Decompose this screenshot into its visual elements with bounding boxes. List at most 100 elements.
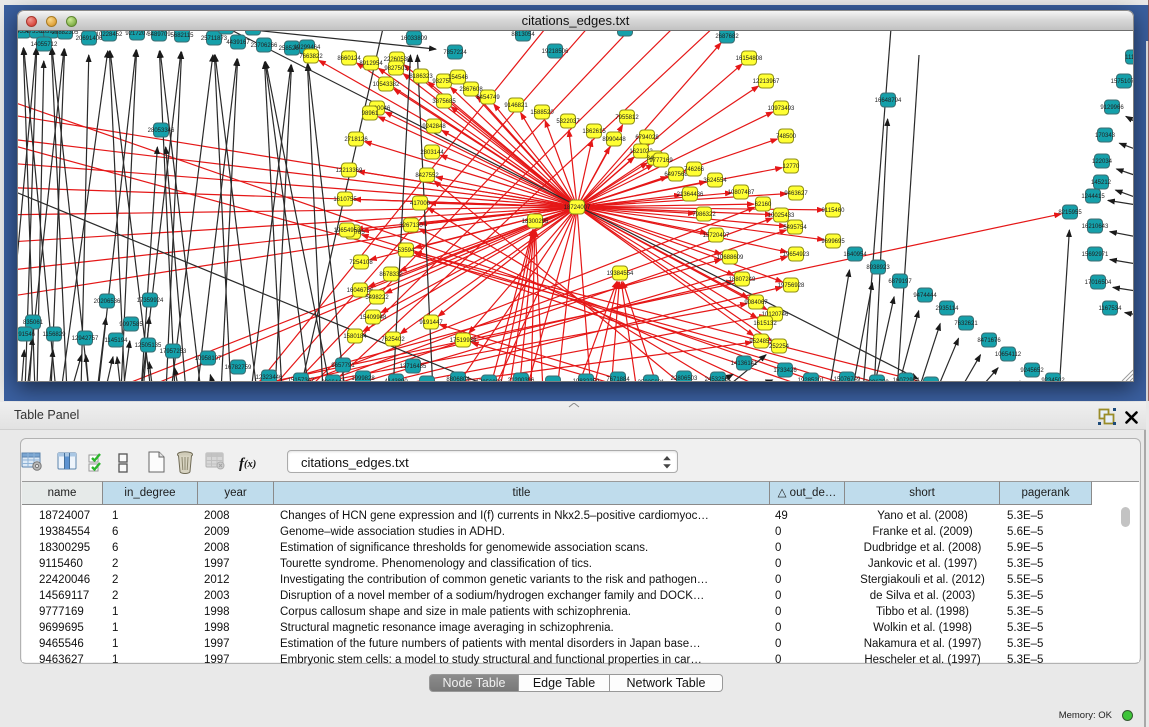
- svg-text:145212: 145212: [1091, 180, 1112, 186]
- svg-text:9463627: 9463627: [784, 191, 808, 197]
- svg-text:1156829: 1156829: [43, 332, 67, 338]
- svg-text:25025631: 25025631: [638, 380, 665, 382]
- svg-text:24532561: 24532561: [705, 377, 732, 382]
- svg-text:10973493: 10973493: [768, 106, 795, 112]
- svg-text:9474444: 9474444: [913, 293, 937, 299]
- svg-text:22806503: 22806503: [671, 376, 698, 382]
- svg-text:8336273: 8336273: [415, 381, 439, 382]
- svg-text:2718126: 2718126: [344, 137, 368, 143]
- svg-text:62160: 62160: [755, 202, 772, 208]
- svg-text:16648794: 16648794: [875, 98, 902, 104]
- svg-text:1999828: 1999828: [351, 376, 375, 382]
- svg-text:9191447: 9191447: [419, 320, 443, 326]
- svg-text:53594: 53594: [398, 248, 415, 254]
- svg-text:10958107: 10958107: [195, 356, 222, 362]
- svg-text:170343: 170343: [1095, 133, 1116, 139]
- svg-text:2803144: 2803144: [420, 150, 444, 156]
- svg-text:12942757: 12942757: [72, 336, 99, 342]
- svg-text:18300295: 18300295: [522, 219, 549, 225]
- svg-text:17956909: 17956909: [476, 380, 503, 382]
- svg-text:9146821: 9146821: [504, 103, 528, 109]
- svg-text:12213369: 12213369: [336, 168, 363, 174]
- svg-text:6879197: 6879197: [888, 279, 912, 285]
- svg-text:8471676: 8471676: [977, 338, 1001, 344]
- svg-text:8396759: 8396759: [865, 380, 889, 382]
- svg-text:7857224: 7857224: [443, 50, 467, 56]
- svg-text:8186323: 8186323: [409, 74, 433, 80]
- svg-text:9245652: 9245652: [1020, 368, 1044, 374]
- svg-text:5495754: 5495754: [783, 225, 807, 231]
- svg-text:17016504: 17016504: [1085, 280, 1112, 286]
- svg-text:8489709: 8489709: [147, 32, 171, 38]
- svg-text:2935114: 2935114: [936, 306, 960, 312]
- svg-text:19756928: 19756928: [778, 283, 805, 289]
- svg-text:1362615: 1362615: [582, 129, 606, 135]
- svg-text:18724007: 18724007: [564, 205, 591, 211]
- svg-text:12770: 12770: [783, 164, 800, 170]
- svg-text:391546: 391546: [18, 332, 36, 338]
- svg-text:16033809: 16033809: [401, 36, 428, 42]
- svg-text:7632621: 7632621: [954, 321, 978, 327]
- svg-text:15076749: 15076749: [834, 377, 861, 382]
- svg-text:8806804: 8806804: [446, 377, 470, 382]
- svg-text:14055712: 14055712: [31, 42, 58, 48]
- svg-text:7254108: 7254108: [349, 260, 373, 266]
- svg-text:3875685: 3875685: [432, 99, 456, 105]
- svg-text:17519938: 17519938: [450, 338, 477, 344]
- svg-text:1610755: 1610755: [333, 197, 357, 203]
- svg-text:15692971: 15692971: [1082, 252, 1109, 258]
- svg-text:10688609: 10688609: [717, 255, 744, 261]
- svg-text:8215955: 8215955: [1058, 210, 1082, 216]
- svg-text:7986322: 7986322: [692, 212, 716, 218]
- svg-text:9217207: 9217207: [125, 31, 149, 37]
- svg-text:748500: 748500: [776, 134, 797, 140]
- svg-text:16154808: 16154808: [736, 56, 763, 62]
- svg-text:1640954: 1640954: [843, 252, 867, 258]
- svg-text:10025433: 10025433: [768, 213, 795, 219]
- svg-text:13716485: 13716485: [400, 364, 427, 370]
- svg-text:2367608: 2367608: [459, 87, 483, 93]
- svg-text:8454749: 8454749: [476, 95, 500, 101]
- svg-text:122034: 122034: [1092, 159, 1113, 165]
- svg-text:16782759: 16782759: [225, 365, 252, 371]
- svg-text:12213967: 12213967: [753, 79, 780, 85]
- svg-text:8660124: 8660124: [337, 56, 361, 62]
- svg-text:8813054: 8813054: [511, 32, 535, 38]
- svg-text:16210643: 16210643: [1082, 224, 1109, 230]
- svg-text:8990448: 8990448: [602, 137, 626, 143]
- svg-text:15720407: 15720407: [703, 233, 730, 239]
- svg-text:9827503: 9827503: [384, 66, 408, 72]
- svg-text:835061: 835061: [23, 320, 44, 326]
- svg-text:10543382: 10543382: [373, 82, 400, 88]
- svg-text:19285201: 19285201: [798, 378, 825, 382]
- svg-text:28053346: 28053346: [148, 128, 175, 134]
- svg-text:9097585: 9097585: [119, 322, 143, 328]
- svg-text:2687682: 2687682: [715, 34, 739, 40]
- svg-text:9115460: 9115460: [822, 208, 846, 214]
- svg-text:6794028: 6794028: [635, 135, 659, 141]
- svg-text:18807249: 18807249: [729, 277, 756, 283]
- svg-text:1145194: 1145194: [105, 338, 129, 344]
- svg-text:154546: 154546: [448, 75, 469, 81]
- svg-text:4439167: 4439167: [226, 40, 250, 46]
- svg-text:3267130: 3267130: [399, 223, 423, 229]
- svg-text:19384554: 19384554: [607, 271, 634, 277]
- svg-text:7625402: 7625402: [381, 337, 405, 343]
- svg-text:417006: 417006: [410, 201, 431, 207]
- svg-text:25711873: 25711873: [201, 36, 228, 42]
- svg-text:16072954: 16072954: [893, 378, 920, 382]
- svg-text:11124: 11124: [1125, 55, 1134, 61]
- svg-text:98961: 98961: [362, 111, 379, 117]
- svg-text:7663822: 7663822: [299, 54, 323, 60]
- svg-text:3624554: 3624554: [703, 178, 727, 184]
- svg-text:12323446: 12323446: [256, 375, 283, 381]
- svg-text:9234502: 9234502: [1041, 378, 1065, 382]
- svg-text:5682115: 5682115: [171, 33, 195, 39]
- svg-text:2066449: 2066449: [321, 380, 345, 382]
- svg-text:8912954: 8912954: [359, 61, 383, 67]
- svg-text:1615132: 1615132: [753, 321, 777, 327]
- svg-text:15751074: 15751074: [1111, 79, 1134, 85]
- svg-text:7955812: 7955812: [615, 115, 639, 121]
- svg-text:19832259: 19832259: [573, 379, 600, 382]
- svg-text:1167534: 1167534: [1099, 306, 1123, 312]
